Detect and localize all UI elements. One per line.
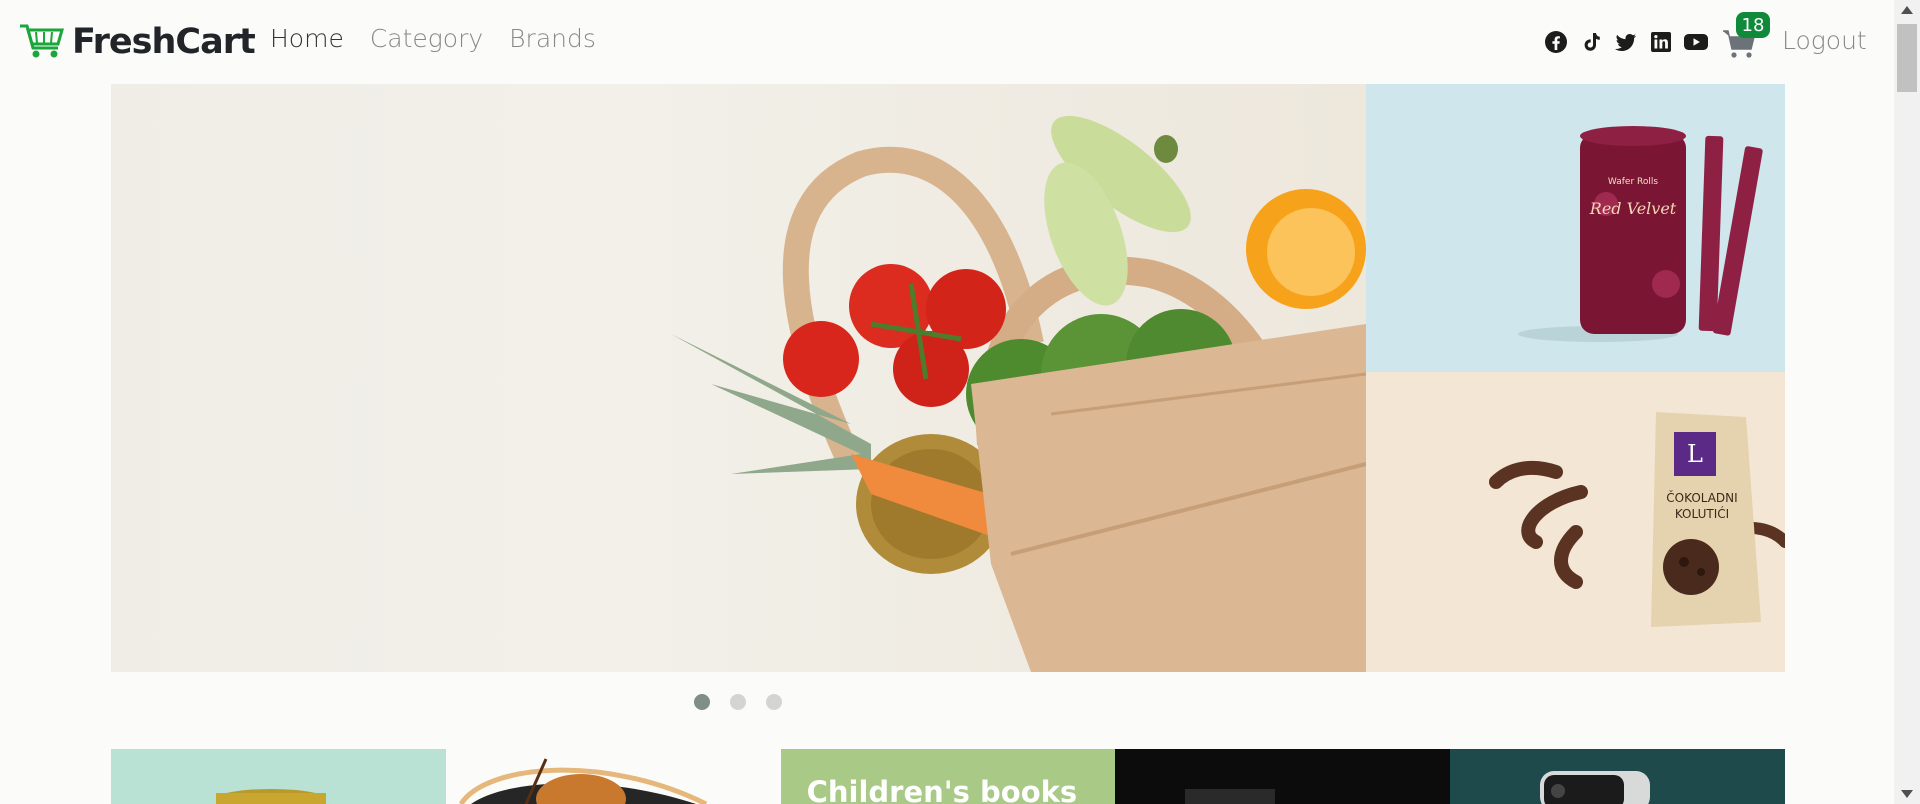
category-books-label: Children's books	[806, 775, 1078, 804]
scroll-up-icon[interactable]	[1901, 6, 1913, 14]
category-card-music[interactable]	[445, 749, 781, 804]
navbar: FreshCart Home Category Brands 18 Logout	[0, 0, 1894, 84]
nav-brands[interactable]: Brands	[509, 24, 596, 53]
smartphone-image	[1540, 771, 1651, 804]
violin-image	[458, 758, 707, 804]
youtube-icon[interactable]	[1678, 28, 1713, 56]
tiktok-icon[interactable]	[1573, 28, 1608, 56]
cart-button[interactable]: 18	[1722, 12, 1770, 60]
carousel-dot-3[interactable]	[766, 694, 782, 710]
facebook-icon[interactable]	[1538, 28, 1573, 56]
grocery-bag-illustration	[671, 115, 1366, 672]
side-banner-chocolate[interactable]: L ČOKOLADNI KOLUTIĆI	[1366, 372, 1785, 672]
page-scrollbar[interactable]	[1894, 0, 1920, 804]
svg-text:ČOKOLADNI: ČOKOLADNI	[1666, 490, 1737, 505]
grocery-tin-image	[216, 789, 326, 804]
logout-link[interactable]: Logout	[1782, 26, 1867, 55]
nav-links: Home Category Brands	[270, 24, 622, 53]
laptop-image	[1185, 789, 1276, 804]
nav-home[interactable]: Home	[270, 24, 344, 53]
wafer-rolls-product-image: Red Velvet Wafer Rolls	[1518, 126, 1763, 342]
carousel-dot-2[interactable]	[730, 694, 746, 710]
brand-logo[interactable]: FreshCart	[18, 20, 256, 65]
social-links	[1538, 28, 1713, 56]
chocolate-cookies-product-image: L ČOKOLADNI KOLUTIĆI	[1489, 412, 1785, 627]
hero-slide-image	[111, 84, 1366, 672]
side-banner-red-velvet[interactable]: Red Velvet Wafer Rolls	[1366, 84, 1785, 372]
svg-text:Wafer Rolls: Wafer Rolls	[1608, 177, 1658, 187]
category-slider: Children's books	[111, 749, 1785, 804]
cart-logo-icon	[18, 20, 66, 65]
category-card-grocery[interactable]	[111, 749, 446, 804]
category-card-books[interactable]: Children's books	[780, 749, 1116, 804]
linkedin-icon[interactable]	[1643, 28, 1678, 56]
svg-text:KOLUTIĆI: KOLUTIĆI	[1675, 506, 1729, 521]
twitter-icon[interactable]	[1608, 28, 1643, 56]
scroll-down-icon[interactable]	[1901, 790, 1913, 798]
nav-category[interactable]: Category	[370, 24, 483, 53]
category-card-electronics[interactable]	[1115, 749, 1451, 804]
red-velvet-label: Red Velvet	[1589, 199, 1677, 218]
category-card-mobiles[interactable]	[1450, 749, 1785, 804]
scrollbar-thumb[interactable]	[1897, 24, 1917, 92]
carousel-dot-1[interactable]	[694, 694, 710, 710]
cart-count-badge: 18	[1736, 12, 1770, 38]
svg-text:L: L	[1687, 440, 1703, 468]
carousel-dots	[694, 694, 782, 710]
brand-name: FreshCart	[72, 22, 256, 62]
